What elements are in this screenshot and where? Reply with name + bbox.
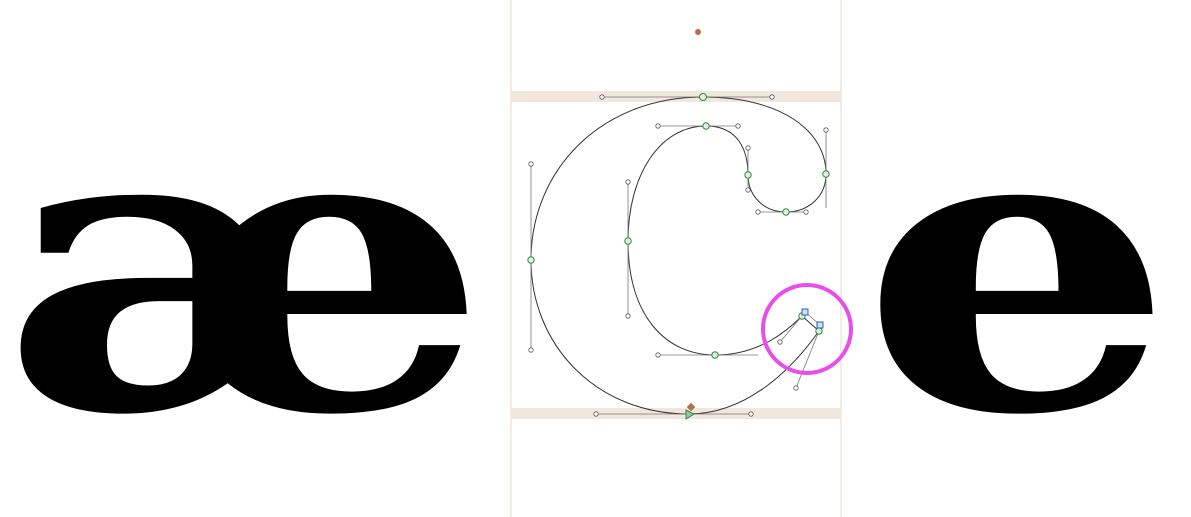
x-height-band: [511, 91, 841, 102]
on-curve-nodes[interactable]: [527, 93, 830, 359]
glyph-edit-canvas[interactable]: æ e: [0, 0, 1191, 517]
glyph-e-preview: e: [860, 33, 1175, 503]
glyph-ae-preview: æ: [0, 33, 490, 503]
anchor-dot-icon[interactable]: [695, 29, 701, 35]
